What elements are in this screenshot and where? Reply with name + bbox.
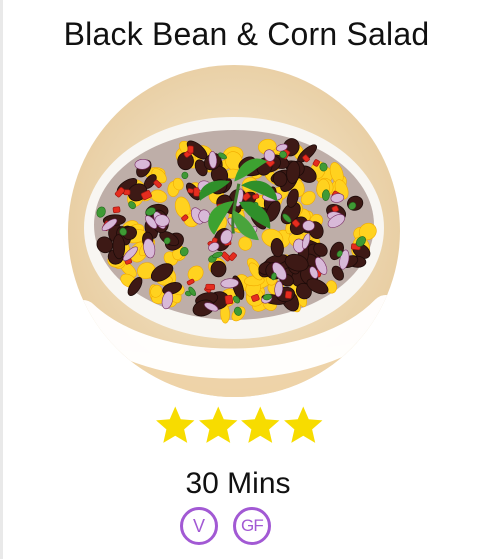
star-icon xyxy=(156,406,195,443)
star-icon xyxy=(198,406,237,443)
herb-fleck xyxy=(181,171,189,179)
red-pepper-piece xyxy=(224,294,234,305)
red-pepper-piece xyxy=(187,145,194,154)
diet-badges: V GF xyxy=(180,507,271,549)
rating-stars[interactable] xyxy=(155,403,323,449)
red-pepper-piece xyxy=(284,290,293,299)
red-pepper-piece xyxy=(112,206,121,214)
star-icon xyxy=(241,406,280,443)
gluten-free-badge[interactable]: GF xyxy=(233,507,271,545)
red-pepper-piece xyxy=(205,283,215,291)
salad-image-illustration xyxy=(68,65,400,397)
vegetarian-badge[interactable]: V xyxy=(180,507,218,545)
recipe-image[interactable] xyxy=(68,65,400,397)
cook-time: 30 Mins xyxy=(185,467,291,500)
recipe-title[interactable]: Black Bean & Corn Salad xyxy=(0,13,493,55)
red-onion-piece xyxy=(302,220,315,232)
star-icon xyxy=(283,406,322,443)
red-pepper-piece xyxy=(187,188,194,194)
recipe-card[interactable]: Black Bean & Corn Salad 30 Mins V GF xyxy=(0,0,493,559)
black-bean xyxy=(210,260,227,278)
